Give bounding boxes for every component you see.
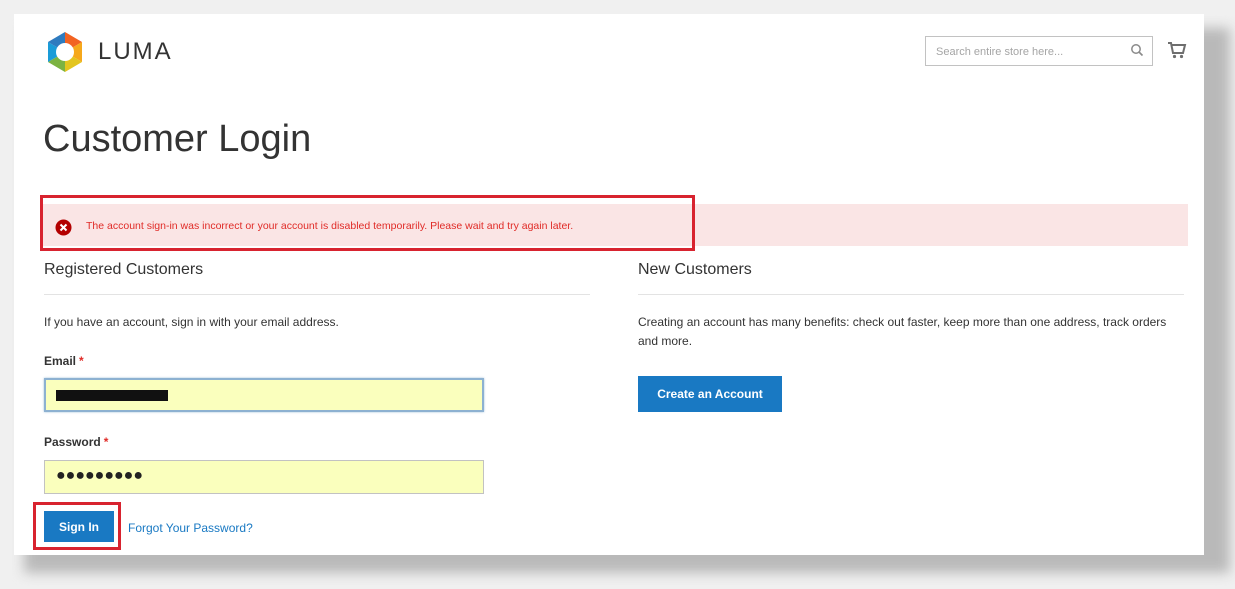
registered-divider — [44, 294, 590, 295]
page: LUMA Customer Login — [14, 14, 1204, 555]
email-label: Email * — [44, 354, 84, 368]
registered-intro: If you have an account, sign in with you… — [44, 315, 339, 329]
search-icon[interactable] — [1130, 43, 1144, 62]
logo-text: LUMA — [98, 38, 173, 65]
sign-in-highlight-box — [33, 502, 121, 550]
new-customers-title: New Customers — [638, 261, 752, 278]
password-field[interactable]: ●●●●●●●●● — [44, 460, 484, 494]
search-box — [925, 36, 1153, 66]
password-value: ●●●●●●●●● — [56, 467, 143, 484]
luma-logo-icon — [48, 32, 82, 72]
registered-customers-title: Registered Customers — [44, 261, 204, 278]
logo-link[interactable]: LUMA — [44, 30, 173, 74]
search-input[interactable] — [934, 38, 1128, 66]
create-account-button[interactable]: Create an Account — [638, 376, 782, 412]
page-title: Customer Login — [43, 118, 312, 160]
email-redaction — [56, 390, 168, 401]
new-customers-intro: Creating an account has many benefits: c… — [638, 315, 1167, 348]
forgot-password-link[interactable]: Forgot Your Password? — [128, 521, 253, 535]
error-highlight-box — [40, 195, 695, 251]
screenshot-frame: LUMA Customer Login — [0, 0, 1235, 589]
new-customers-divider — [638, 294, 1184, 295]
email-field[interactable] — [44, 378, 484, 412]
password-label: Password * — [44, 435, 109, 449]
cart-icon[interactable] — [1167, 40, 1187, 65]
